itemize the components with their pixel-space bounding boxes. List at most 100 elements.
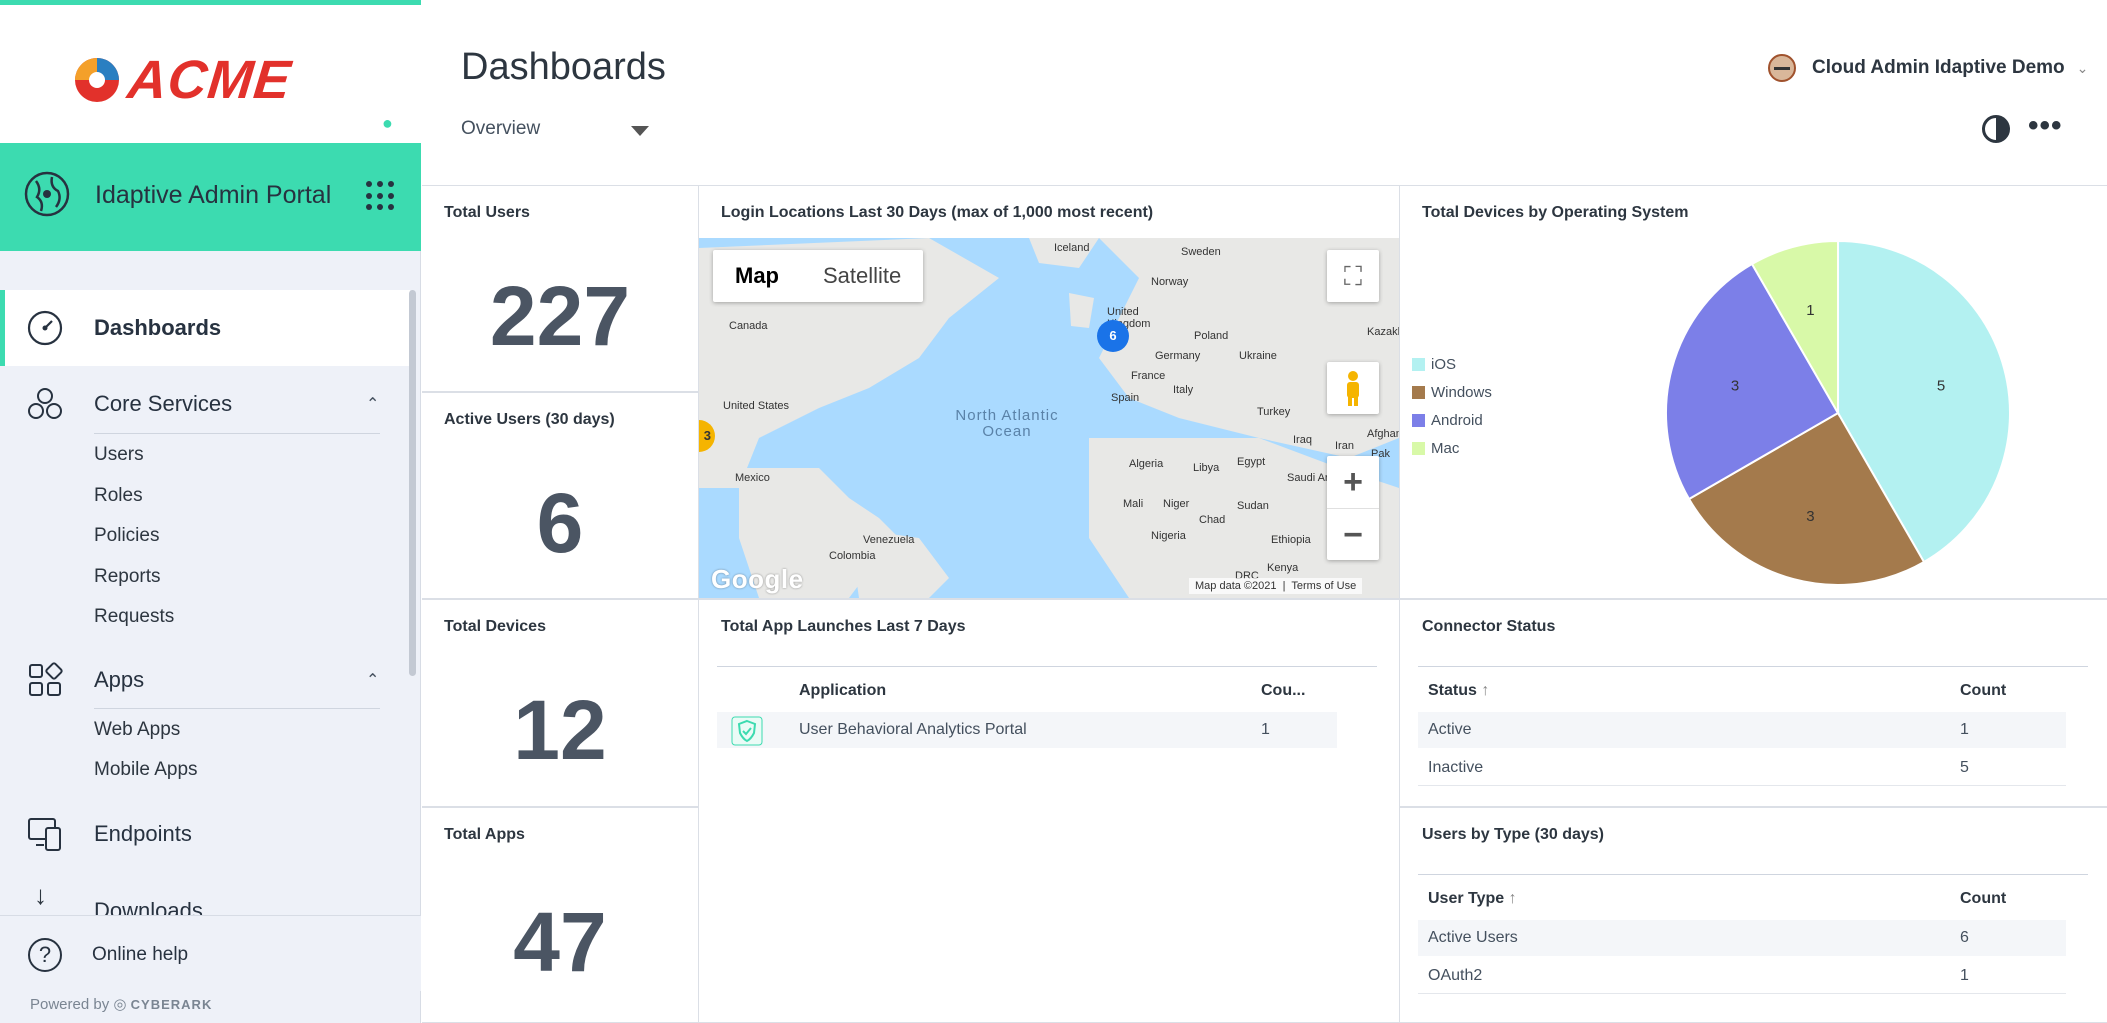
acme-logo-swirl-icon: [75, 58, 119, 102]
table-divider: [717, 666, 1377, 667]
map-data-label: Map data ©2021: [1195, 580, 1277, 592]
card-title: Total Apps: [444, 826, 525, 843]
pegman-shape: [1347, 371, 1359, 406]
table-divider: [1418, 874, 2088, 875]
dashboard-view-select[interactable]: Overview: [461, 118, 651, 140]
map-place-label: Mexico: [735, 472, 770, 484]
status-value: Active: [1428, 721, 1472, 738]
nav-divider: [94, 433, 380, 434]
map-type-satellite-button[interactable]: Satellite: [801, 250, 923, 302]
map-cluster-marker[interactable]: 6: [1097, 320, 1129, 352]
table-row[interactable]: User Behavioral Analytics Portal 1: [717, 712, 1337, 748]
sidebar-subitem-policies[interactable]: Policies: [94, 525, 159, 547]
pin-icon[interactable]: ●: [382, 113, 393, 134]
map-place-label: Germany: [1155, 350, 1201, 362]
zoom-control: + −: [1327, 456, 1379, 560]
sidebar-item-endpoints[interactable]: Endpoints: [0, 796, 410, 872]
user-type-value: OAuth2: [1428, 967, 1483, 984]
card-title: Connector Status: [1422, 618, 1556, 635]
map-attribution: Map data ©2021 | Terms of Use: [1189, 578, 1363, 594]
active-users-value: 6: [536, 476, 584, 570]
apps-icon: [29, 662, 63, 696]
sidebar-subitem-users[interactable]: Users: [94, 444, 144, 466]
app-launches-card: Total App Launches Last 7 Days Applicati…: [699, 599, 1400, 1023]
total-devices-card: Total Devices 12: [422, 599, 699, 807]
sidebar-item-apps[interactable]: Apps ⌃: [0, 642, 410, 718]
map-type-map-button[interactable]: Map: [713, 250, 801, 302]
cyberark-logo-icon: ◎: [113, 996, 127, 1013]
user-name: Cloud Admin Idaptive Demo: [1812, 57, 2065, 78]
map-place-label: Algeria: [1129, 458, 1164, 470]
column-header-count[interactable]: Count: [1960, 890, 2006, 908]
map-place-label: Italy: [1173, 384, 1194, 396]
more-options-icon[interactable]: •••: [2028, 111, 2063, 141]
card-title: Login Locations Last 30 Days (max of 1,0…: [721, 204, 1154, 221]
total-apps-card: Total Apps 47: [422, 807, 699, 1023]
pie-slice-label: 1: [1806, 302, 1814, 319]
chevron-up-icon[interactable]: ⌃: [366, 394, 379, 414]
sidebar-scrollbar[interactable]: [409, 290, 416, 676]
help-question-icon: ?: [28, 938, 62, 972]
map-place-label: Chad: [1199, 514, 1226, 526]
users-by-type-card: Users by Type (30 days) User Type ↑ Coun…: [1400, 807, 2107, 1023]
user-menu[interactable]: Cloud Admin Idaptive Demo ⌄: [1768, 54, 2088, 82]
acme-logo[interactable]: ACME: [72, 49, 294, 111]
sidebar-item-dashboards[interactable]: Dashboards: [0, 290, 410, 366]
app-name: User Behavioral Analytics Portal: [799, 721, 1027, 738]
pie-slice-label: 3: [1731, 377, 1739, 394]
page-title: Dashboards: [461, 46, 666, 88]
map-place-label: Afghan: [1367, 428, 1399, 440]
sidebar-subitem-reports[interactable]: Reports: [94, 566, 161, 588]
sidebar-subitem-requests[interactable]: Requests: [94, 606, 174, 628]
logo-area: ACME ●: [0, 5, 421, 143]
card-title: Users by Type (30 days): [1422, 826, 1605, 843]
map-place-label: Kenya: [1267, 562, 1299, 574]
sidebar-item-label: Core Services: [94, 391, 233, 416]
contrast-toggle-icon[interactable]: [1982, 115, 2010, 143]
online-help-link[interactable]: ? Online help: [0, 915, 421, 991]
column-header-application[interactable]: Application: [799, 682, 886, 700]
column-header-count[interactable]: Cou...: [1261, 682, 1305, 700]
portal-switcher[interactable]: Idaptive Admin Portal: [0, 143, 421, 251]
card-title: Total App Launches Last 7 Days: [721, 618, 966, 635]
google-logo: Google: [711, 564, 804, 594]
column-header-user-type[interactable]: User Type ↑: [1428, 890, 1517, 908]
map-place-label: Mali: [1123, 498, 1144, 510]
total-apps-value: 47: [513, 895, 607, 989]
map-place-label: Ethiopia: [1271, 534, 1311, 546]
pie-slice-label: 5: [1937, 377, 1945, 394]
map-place-label: Turkey: [1257, 406, 1291, 418]
total-users-card: Total Users 227: [422, 185, 699, 392]
status-value: Inactive: [1428, 759, 1484, 776]
caret-down-icon: [631, 126, 649, 136]
login-locations-card: Login Locations Last 30 Days (max of 1,0…: [699, 185, 1400, 599]
logo-text: ACME: [124, 50, 295, 110]
sidebar-subitem-web-apps[interactable]: Web Apps: [94, 719, 180, 741]
sidebar-item-core-services[interactable]: Core Services ⌃: [0, 366, 410, 442]
map-place-label: Kazakh: [1367, 326, 1399, 338]
zoom-out-icon[interactable]: −: [1327, 508, 1379, 561]
fullscreen-icon[interactable]: ⛶: [1327, 250, 1379, 302]
avatar: [1768, 54, 1796, 82]
login-locations-map[interactable]: Iceland Sweden Norway United Kingdom Can…: [699, 238, 1399, 598]
map-place-label: Iraq: [1293, 434, 1312, 446]
app-launcher-grid-icon[interactable]: [366, 181, 396, 211]
sidebar-subitem-roles[interactable]: Roles: [94, 485, 143, 507]
terms-of-use-link[interactable]: Terms of Use: [1291, 580, 1356, 592]
user-type-value: Active Users: [1428, 929, 1518, 946]
zoom-in-icon[interactable]: +: [1327, 456, 1379, 508]
nav-divider: [94, 708, 380, 709]
chevron-up-icon[interactable]: ⌃: [366, 670, 379, 690]
table-row[interactable]: Inactive 5: [1418, 750, 2066, 786]
count-value: 1: [1960, 967, 1969, 984]
street-view-pegman-icon[interactable]: [1327, 362, 1379, 414]
column-header-status[interactable]: Status ↑: [1428, 682, 1489, 700]
sidebar-subitem-mobile-apps[interactable]: Mobile Apps: [94, 759, 198, 781]
card-title: Total Devices: [444, 618, 546, 635]
column-header-count[interactable]: Count: [1960, 682, 2006, 700]
table-row[interactable]: OAuth2 1: [1418, 958, 2066, 994]
table-row[interactable]: Active 1: [1418, 712, 2066, 748]
sort-up-arrow-icon: ↑: [1481, 682, 1490, 699]
map-place-label: Nigeria: [1151, 530, 1186, 542]
table-row[interactable]: Active Users 6: [1418, 920, 2066, 956]
